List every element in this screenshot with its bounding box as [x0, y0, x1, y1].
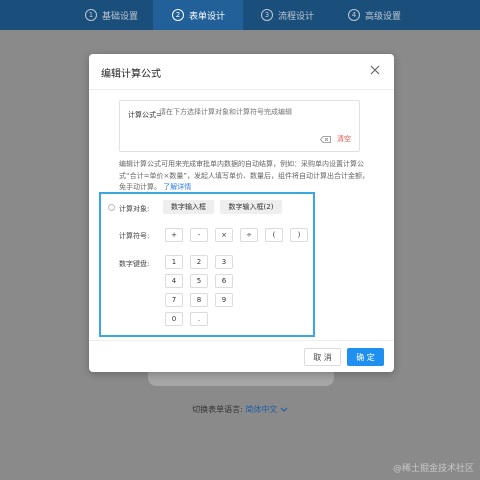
step-form-design[interactable]: 2 表单设计	[153, 0, 243, 30]
step-label: 基础设置	[102, 11, 139, 22]
confirm-button[interactable]: 确 定	[347, 348, 384, 366]
watermark: @稀土掘金技术社区	[392, 464, 474, 474]
operator-minus-button[interactable]: -	[190, 228, 208, 242]
step-advanced-settings[interactable]: 4 高级设置	[348, 0, 401, 30]
keypad-1-button[interactable]: 1	[165, 255, 183, 269]
keypad-dot-button[interactable]: .	[190, 312, 208, 326]
keypad-0-button[interactable]: 0	[165, 312, 183, 326]
formula-editor[interactable]: 计算公式= 清空	[119, 100, 360, 152]
language-value[interactable]: 简体中文	[245, 405, 277, 414]
step-label: 高级设置	[365, 11, 402, 22]
operator-right-paren-button[interactable]: )	[290, 228, 308, 242]
operator-label: 计算符号:	[119, 232, 150, 240]
formula-input[interactable]	[159, 108, 354, 116]
operator-plus-button[interactable]: +	[165, 228, 183, 242]
keypad-6-button[interactable]: 6	[215, 274, 233, 288]
description-text: 编辑计算公式可用来完成审批单内数据的自动结算，例如：采购单内设置计算公式“合计=…	[119, 160, 369, 191]
clear-button[interactable]: 清空	[320, 134, 351, 144]
keypad-3-button[interactable]: 3	[215, 255, 233, 269]
step-number: 3	[261, 9, 273, 21]
step-number: 4	[348, 9, 360, 21]
keypad-7-button[interactable]: 7	[165, 293, 183, 307]
keypad-9-button[interactable]: 9	[215, 293, 233, 307]
formula-description: 编辑计算公式可用来完成审批单内数据的自动结算，例如：采购单内设置计算公式“合计=…	[119, 159, 369, 194]
dialog-footer-divider	[89, 340, 394, 341]
formula-dialog: 编辑计算公式 计算公式= 清空 编辑计算公式可用来完成审批单内数据的自动结算，例…	[89, 54, 394, 372]
calc-object-number-input-2[interactable]: 数字输入框(2)	[220, 200, 282, 214]
step-number: 1	[85, 9, 97, 21]
close-button[interactable]	[368, 63, 382, 77]
step-number: 2	[172, 9, 184, 21]
backspace-icon	[320, 135, 331, 143]
language-label: 切换表单语言:	[192, 405, 243, 414]
chevron-down-icon	[280, 407, 288, 412]
operator-left-paren-button[interactable]: (	[265, 228, 283, 242]
operator-multiply-button[interactable]: ×	[215, 228, 233, 242]
calc-object-label: 计算对象:	[119, 205, 150, 213]
close-icon	[370, 65, 380, 75]
formula-label: 计算公式=	[128, 111, 162, 119]
step-process-design[interactable]: 3 流程设计	[261, 0, 314, 30]
calc-object-number-input[interactable]: 数字输入框	[163, 200, 214, 214]
step-label: 表单设计	[189, 11, 226, 22]
language-switcher[interactable]: 切换表单语言: 简体中文	[0, 404, 480, 415]
top-navigation: 1 基础设置 2 表单设计 3 流程设计 4 高级设置	[0, 0, 480, 30]
radio-button[interactable]	[108, 204, 115, 211]
operator-divide-button[interactable]: ÷	[240, 228, 258, 242]
step-label: 流程设计	[278, 11, 315, 22]
keypad-4-button[interactable]: 4	[165, 274, 183, 288]
keypad-5-button[interactable]: 5	[190, 274, 208, 288]
dialog-title: 编辑计算公式	[101, 69, 161, 80]
cancel-button[interactable]: 取 消	[304, 348, 341, 366]
keypad-8-button[interactable]: 8	[190, 293, 208, 307]
step-basic-settings[interactable]: 1 基础设置	[85, 0, 138, 30]
dialog-header: 编辑计算公式	[89, 54, 394, 90]
keypad-2-button[interactable]: 2	[190, 255, 208, 269]
keypad-label: 数字键盘:	[119, 260, 150, 268]
clear-label: 清空	[337, 135, 351, 143]
learn-more-link[interactable]: 了解详情	[163, 183, 191, 191]
